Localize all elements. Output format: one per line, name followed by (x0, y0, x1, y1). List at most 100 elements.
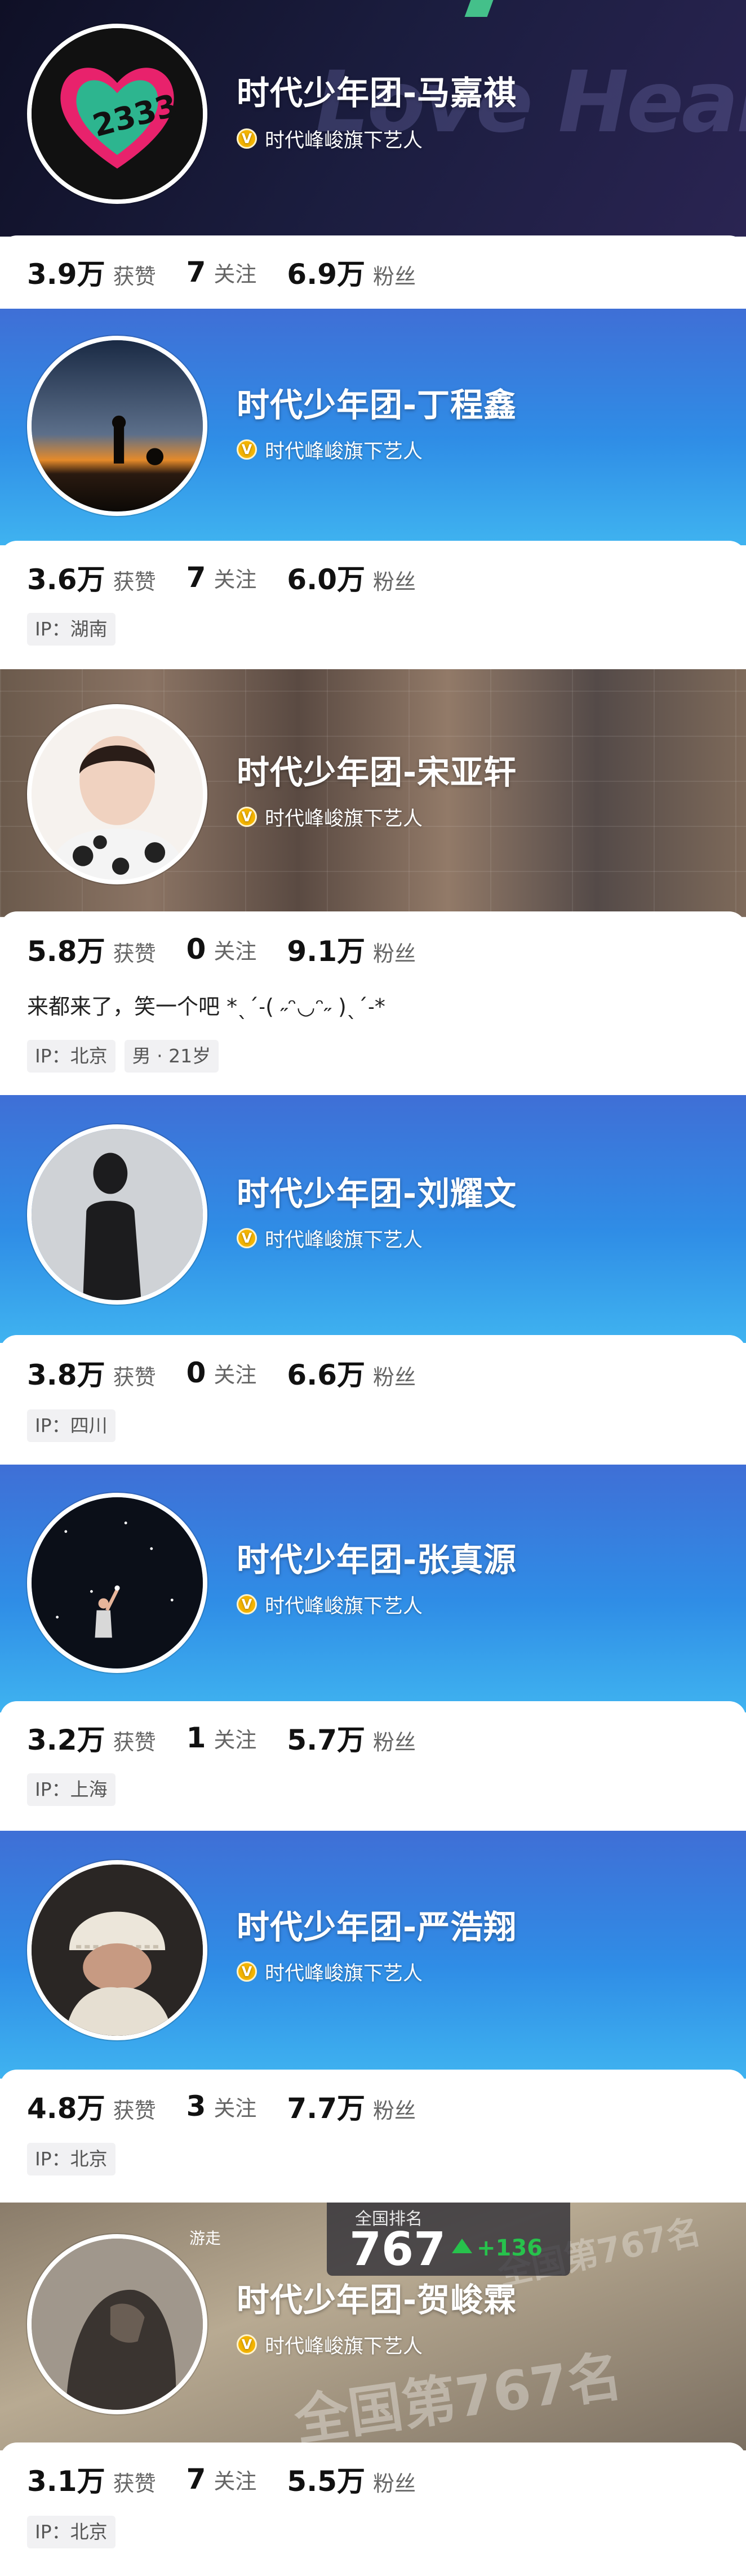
stat-likes[interactable]: 3.8万 获赞 (27, 1352, 156, 1393)
profile-card-5[interactable]: 时代少年团-张真源 V 时代峰峻旗下艺人 3.2万 获赞 1 关注 5.7万 粉丝 I… (0, 1465, 746, 1831)
stat-number: 5.7万 (287, 1724, 365, 1756)
verified-icon: V (237, 1961, 257, 1982)
profile-name: 时代少年团-贺峻霖 (237, 2281, 517, 2319)
profile-card-3[interactable]: 时代少年团-宋亚轩 V 时代峰峻旗下艺人 5.8万 获赞 0 关注 9.1万 粉丝 来… (0, 669, 746, 1095)
stat-label: 粉丝 (372, 570, 416, 594)
stat-number: 3.9万 (27, 258, 105, 291)
stat-followers[interactable]: 6.9万 粉丝 (287, 252, 416, 292)
sunset-photo-icon (32, 340, 203, 511)
night-stage-photo-icon (32, 1497, 203, 1669)
stat-label: 粉丝 (372, 264, 416, 289)
stat-likes[interactable]: 5.8万 获赞 (27, 929, 156, 969)
stat-label: 粉丝 (372, 2471, 416, 2496)
stat-following[interactable]: 7 关注 (186, 2463, 257, 2495)
stats-row: 3.1万 获赞 7 关注 5.5万 粉丝 (27, 2459, 446, 2499)
stat-followers[interactable]: 6.6万 粉丝 (287, 1352, 416, 1393)
stat-label: 粉丝 (372, 1730, 416, 1755)
stat-number: 6.9万 (287, 258, 365, 291)
stat-label: 粉丝 (372, 941, 416, 966)
verification-text: 时代峰峻旗下艺人 (265, 807, 423, 830)
stat-following[interactable]: 1 关注 (186, 1721, 257, 1754)
portrait-photo-icon (32, 709, 203, 880)
avatar[interactable] (27, 1493, 207, 1673)
avatar[interactable]: 2333 (27, 24, 207, 204)
stat-label: 获赞 (113, 941, 156, 966)
verified-icon: V (237, 439, 257, 460)
stat-number: 5.8万 (27, 935, 105, 968)
stats-row: 3.6万 获赞 7 关注 6.0万 粉丝 (27, 558, 446, 597)
knit-hat-photo-icon (32, 1865, 203, 2036)
profile-bio: 来都来了，笑一个吧 *ˎˊ˗( ˶ᵔ◡ᵔ˶ )ˎˊ˗* (27, 994, 385, 1019)
avatar[interactable] (27, 1860, 207, 2040)
profile-card-4[interactable]: 时代少年团-刘耀文 V 时代峰峻旗下艺人 3.8万 获赞 0 关注 6.6万 粉丝 I… (0, 1095, 746, 1465)
stat-likes[interactable]: 4.8万 获赞 (27, 2086, 156, 2126)
stat-label: 关注 (214, 939, 257, 964)
stat-number: 5.5万 (287, 2465, 365, 2498)
avatar[interactable] (27, 704, 207, 884)
verification: V 时代峰峻旗下艺人 (237, 1959, 423, 1985)
avatar[interactable] (27, 1124, 207, 1305)
stat-following[interactable]: 7 关注 (186, 561, 257, 594)
stat-label: 关注 (214, 567, 257, 592)
stats-row: 3.2万 获赞 1 关注 5.7万 粉丝 (27, 1718, 446, 1758)
stat-label: 获赞 (113, 2098, 156, 2123)
verified-icon: V (237, 2334, 257, 2355)
stat-followers[interactable]: 5.5万 粉丝 (287, 2459, 416, 2499)
stat-likes[interactable]: 3.1万 获赞 (27, 2459, 156, 2499)
rank-side-label: 游走 (189, 2229, 221, 2248)
stat-followers[interactable]: 5.7万 粉丝 (287, 1718, 416, 1758)
stats-row: 3.9万 获赞 7 关注 6.9万 粉丝 (27, 252, 446, 292)
verified-icon: V (237, 1228, 257, 1248)
ip-tag: IP：上海 (27, 1773, 116, 1806)
profile-info: 3.6万 获赞 7 关注 6.0万 粉丝 IP：湖南 (0, 541, 746, 669)
stat-likes[interactable]: 3.9万 获赞 (27, 252, 156, 292)
stat-following[interactable]: 0 关注 (186, 933, 257, 966)
stat-number: 3 (186, 2090, 206, 2123)
profile-card-2[interactable]: 时代少年团-丁程鑫 V 时代峰峻旗下艺人 3.6万 获赞 7 关注 6.0万 粉丝 I… (0, 309, 746, 669)
verification-text: 时代峰峻旗下艺人 (265, 1962, 423, 1985)
stat-label: 关注 (214, 262, 257, 287)
stat-following[interactable]: 7 关注 (186, 256, 257, 288)
verification: V 时代峰峻旗下艺人 (237, 1592, 423, 1618)
verification: V 时代峰峻旗下艺人 (237, 437, 423, 463)
verification-text: 时代峰峻旗下艺人 (265, 440, 423, 463)
avatar[interactable] (27, 2234, 207, 2414)
verification: V 时代峰峻旗下艺人 (237, 804, 423, 830)
tags-row: IP：四川 (27, 1409, 125, 1442)
stat-label: 获赞 (113, 2471, 156, 2496)
stat-label: 获赞 (113, 1365, 156, 1390)
stat-likes[interactable]: 3.2万 获赞 (27, 1718, 156, 1758)
stat-likes[interactable]: 3.6万 获赞 (27, 557, 156, 598)
verification: V 时代峰峻旗下艺人 (237, 1226, 423, 1252)
stat-number: 9.1万 (287, 935, 365, 968)
stat-number: 7.7万 (287, 2092, 365, 2125)
stat-followers[interactable]: 9.1万 粉丝 (287, 929, 416, 969)
portrait-photo-icon (32, 2239, 203, 2410)
profile-name: 时代少年团-马嘉祺 (237, 74, 517, 112)
profile-card-1[interactable]: Love Heart 2333 时代少年团-马嘉祺 V 时代峰峻旗下艺人 3.9… (0, 0, 746, 309)
stat-following[interactable]: 0 关注 (186, 1356, 257, 1389)
stat-followers[interactable]: 7.7万 粉丝 (287, 2086, 416, 2126)
stat-number: 3.6万 (27, 563, 105, 596)
stat-number: 1 (186, 1721, 206, 1754)
verified-icon: V (237, 128, 257, 149)
stats-row: 4.8万 获赞 3 关注 7.7万 粉丝 (27, 2086, 446, 2126)
verification-text: 时代峰峻旗下艺人 (265, 1229, 423, 1252)
stat-number: 6.0万 (287, 563, 365, 596)
profile-card-7[interactable]: 全国第767名 全国第767名 全国排名 767 +136 游走 时代少年团-贺… (0, 2203, 746, 2576)
verification-text: 时代峰峻旗下艺人 (265, 1595, 423, 1618)
verification-text: 时代峰峻旗下艺人 (265, 2335, 423, 2358)
stat-number: 3.1万 (27, 2465, 105, 2498)
verification-text: 时代峰峻旗下艺人 (265, 129, 423, 152)
stat-following[interactable]: 3 关注 (186, 2090, 257, 2123)
stat-followers[interactable]: 6.0万 粉丝 (287, 557, 416, 598)
silhouette-photo-icon (32, 1129, 203, 1300)
ip-tag: IP：北京 (27, 2516, 116, 2548)
stat-label: 获赞 (113, 1730, 156, 1755)
stat-number: 3.2万 (27, 1724, 105, 1756)
rank-overlay: 全国排名 767 +136 (327, 2203, 570, 2276)
profile-card-6[interactable]: 时代少年团-严浩翔 V 时代峰峻旗下艺人 4.8万 获赞 3 关注 7.7万 粉丝 I… (0, 1831, 746, 2203)
tags-row: IP：上海 (27, 1773, 125, 1806)
stat-number: 6.6万 (287, 1359, 365, 1391)
avatar[interactable] (27, 336, 207, 516)
